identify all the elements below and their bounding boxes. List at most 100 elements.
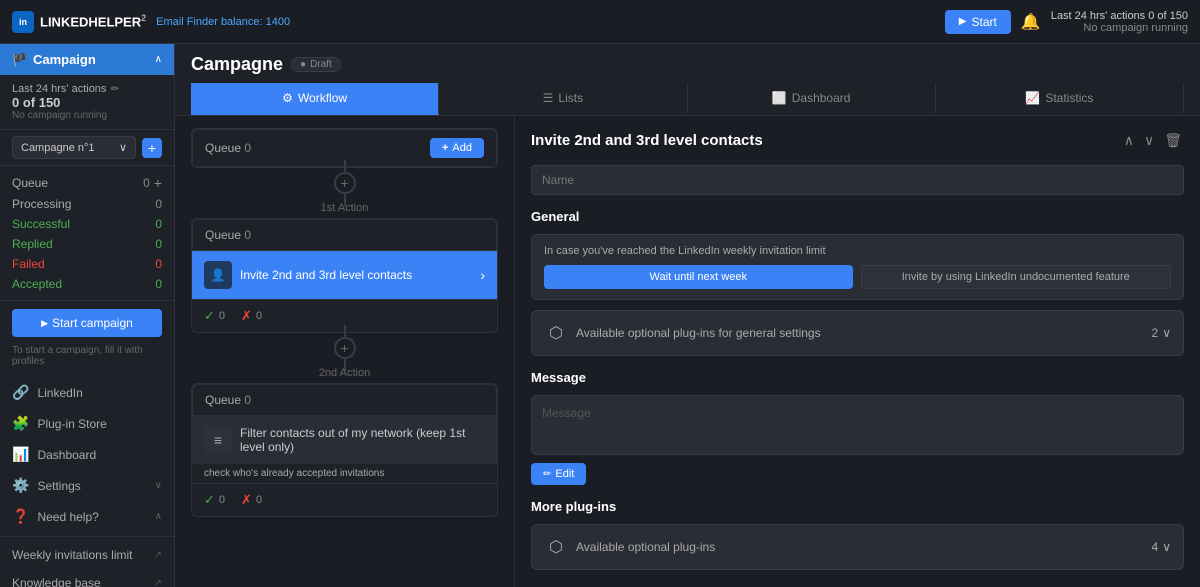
sidebar-campaign-chevron-icon[interactable]: ∧ — [155, 54, 162, 65]
action1-check-icon: ✓ — [204, 308, 215, 324]
plugin-settings-icon: ⬡ — [544, 321, 568, 345]
action2-fail-count: 0 — [256, 494, 262, 506]
more-plugins-count: 4 ∨ — [1152, 540, 1171, 554]
draft-dot: ● — [300, 59, 306, 70]
sidebar-item-knowledge-base[interactable]: Knowledge base ↗ — [0, 569, 174, 587]
sidebar-nav: 🔗 LinkedIn 🧩 Plug-in Store 📊 Dashboard ⚙… — [0, 373, 174, 536]
panel-expand-button[interactable]: ∨ — [1142, 130, 1156, 151]
actions-title: Last 24 hrs' actions 0 of 150 — [1051, 10, 1188, 22]
need-help-item-left: ❓ Need help? — [12, 508, 99, 525]
settings-chevron-icon: ∨ — [155, 480, 162, 491]
lists-tab-icon: ☰ — [543, 91, 554, 105]
sidebar-bottom: Weekly invitations limit ↗ Knowledge bas… — [0, 536, 174, 587]
start-campaign-hint: To start a campaign, fill it with profil… — [0, 345, 174, 373]
plugin-store-icon: 🧩 — [12, 415, 29, 432]
edit-message-button[interactable]: Edit — [531, 463, 586, 485]
logo-text: LINKEDHELPER2 — [40, 13, 146, 29]
action2-avatar-icon: ≡ — [214, 432, 222, 448]
sidebar-item-weekly-invitations[interactable]: Weekly invitations limit ↗ — [0, 541, 174, 569]
sidebar-dashboard-label: Dashboard — [37, 448, 96, 462]
page-title: Campagne — [191, 54, 283, 75]
sidebar-item-linkedin[interactable]: 🔗 LinkedIn — [0, 377, 174, 408]
edit-icon[interactable]: ✏ — [110, 84, 118, 95]
page-title-row: Campagne ● Draft — [191, 54, 1184, 75]
sidebar-item-settings[interactable]: ⚙️ Settings ∨ — [0, 470, 174, 501]
failed-label: Failed — [12, 257, 45, 271]
more-plugins-left: ⬡ Available optional plug-ins — [544, 535, 715, 559]
sidebar-row-queue: Queue 0 + — [12, 172, 162, 194]
panel-delete-button[interactable]: 🗑 — [1162, 130, 1184, 151]
sidebar-row-processing: Processing 0 — [12, 194, 162, 214]
action1-fail-stat: ✗ 0 — [241, 308, 262, 324]
more-plugins-chevron-icon: ∨ — [1162, 540, 1171, 554]
statistics-tab-icon: 📈 — [1025, 91, 1040, 105]
sidebar-need-help-label: Need help? — [37, 510, 98, 524]
add-between-button-2[interactable]: + — [334, 337, 356, 359]
sidebar-stats-sub: No campaign running — [12, 110, 162, 121]
workflow-tab-icon: ⚙ — [282, 91, 293, 105]
more-plugins-label: Available optional plug-ins — [576, 540, 715, 554]
campaign-selector: Campagne n°1 ∨ + — [0, 130, 174, 166]
add-action-button[interactable]: Add — [430, 138, 484, 158]
more-plugins-row[interactable]: ⬡ Available optional plug-ins 4 ∨ — [531, 524, 1184, 570]
more-plugins-icon: ⬡ — [544, 535, 568, 559]
settings-icon: ⚙️ — [12, 477, 29, 494]
sidebar-queue-section: Queue 0 + Processing 0 Successful 0 Repl… — [0, 166, 174, 301]
knowledge-item-left: Knowledge base — [12, 576, 101, 587]
action2-queue-count: 0 — [244, 393, 251, 407]
knowledge-base-label: Knowledge base — [12, 576, 101, 587]
queue-add-icon[interactable]: + — [154, 175, 162, 191]
add-campaign-button[interactable]: + — [142, 138, 162, 158]
panel-collapse-button[interactable]: ∧ — [1122, 130, 1136, 151]
action2-card: Queue 0 ≡ Filter contacts out of my netw… — [191, 383, 498, 517]
tab-dashboard[interactable]: ⬜ Dashboard — [688, 83, 936, 115]
sidebar-row-accepted: Accepted 0 — [12, 274, 162, 294]
general-plugins-row[interactable]: ⬡ Available optional plug-ins for genera… — [531, 310, 1184, 356]
sidebar-campaign-title: 🏴 Campaign — [12, 52, 96, 67]
action1-avatar: 👤 — [204, 261, 232, 289]
lists-tab-label: Lists — [558, 91, 583, 105]
campaign-label: Campaign — [33, 52, 96, 67]
sidebar-stats-value: 0 of 150 — [12, 95, 162, 110]
right-panel-title: Invite 2nd and 3rd level contacts — [531, 132, 763, 149]
action2-item[interactable]: ≡ Filter contacts out of my network (kee… — [192, 416, 497, 464]
invite-limit-buttons: Wait until next week Invite by using Lin… — [544, 265, 1171, 289]
main-content: Campagne ● Draft ⚙ Workflow ☰ Lists ⬜ Da… — [175, 44, 1200, 587]
replied-value: 0 — [155, 237, 162, 251]
name-input[interactable] — [531, 165, 1184, 195]
invite-undocumented-button[interactable]: Invite by using LinkedIn undocumented fe… — [861, 265, 1172, 289]
action1-chevron-icon: › — [480, 267, 485, 283]
successful-label: Successful — [12, 217, 70, 231]
sidebar-stats-title-text: Last 24 hrs' actions — [12, 83, 106, 95]
queue-label: Queue — [12, 176, 48, 190]
start-button[interactable]: Start — [945, 10, 1011, 34]
accepted-label: Accepted — [12, 277, 62, 291]
more-plugins-section: More plug-ins ⬡ Available optional plug-… — [531, 499, 1184, 570]
logo-icon: in — [12, 11, 34, 33]
action2-sub: check who's already accepted invitations — [192, 464, 497, 483]
sidebar-item-need-help[interactable]: ❓ Need help? ∧ — [0, 501, 174, 532]
weekly-invitations-label: Weekly invitations limit — [12, 548, 132, 562]
action1-item[interactable]: 👤 Invite 2nd and 3rd level contacts › — [192, 251, 497, 299]
logo: in LINKEDHELPER2 — [12, 11, 146, 33]
need-help-chevron-icon: ∧ — [155, 511, 162, 522]
general-plugins-left: ⬡ Available optional plug-ins for genera… — [544, 321, 821, 345]
tab-workflow[interactable]: ⚙ Workflow — [191, 83, 439, 115]
sidebar-stats-title: Last 24 hrs' actions ✏ — [12, 83, 162, 95]
sidebar-plugin-store-label: Plug-in Store — [37, 417, 106, 431]
dashboard-tab-icon: ⬜ — [772, 91, 787, 105]
tab-lists[interactable]: ☰ Lists — [439, 83, 687, 115]
action2-cross-icon: ✗ — [241, 492, 252, 508]
connector-1: + — [191, 168, 498, 198]
dropdown-chevron-icon: ∨ — [119, 141, 127, 154]
action1-cross-icon: ✗ — [241, 308, 252, 324]
weekly-external-icon: ↗ — [154, 550, 162, 561]
wait-next-week-button[interactable]: Wait until next week — [544, 265, 853, 289]
sidebar-item-plugin-store[interactable]: 🧩 Plug-in Store — [0, 408, 174, 439]
add-between-button-1[interactable]: + — [334, 172, 356, 194]
notification-bell-icon[interactable]: 🔔 — [1021, 12, 1041, 32]
tab-statistics[interactable]: 📈 Statistics — [936, 83, 1184, 115]
campaign-dropdown[interactable]: Campagne n°1 ∨ — [12, 136, 136, 159]
start-campaign-button[interactable]: Start campaign — [12, 309, 162, 337]
sidebar-item-dashboard[interactable]: 📊 Dashboard — [0, 439, 174, 470]
